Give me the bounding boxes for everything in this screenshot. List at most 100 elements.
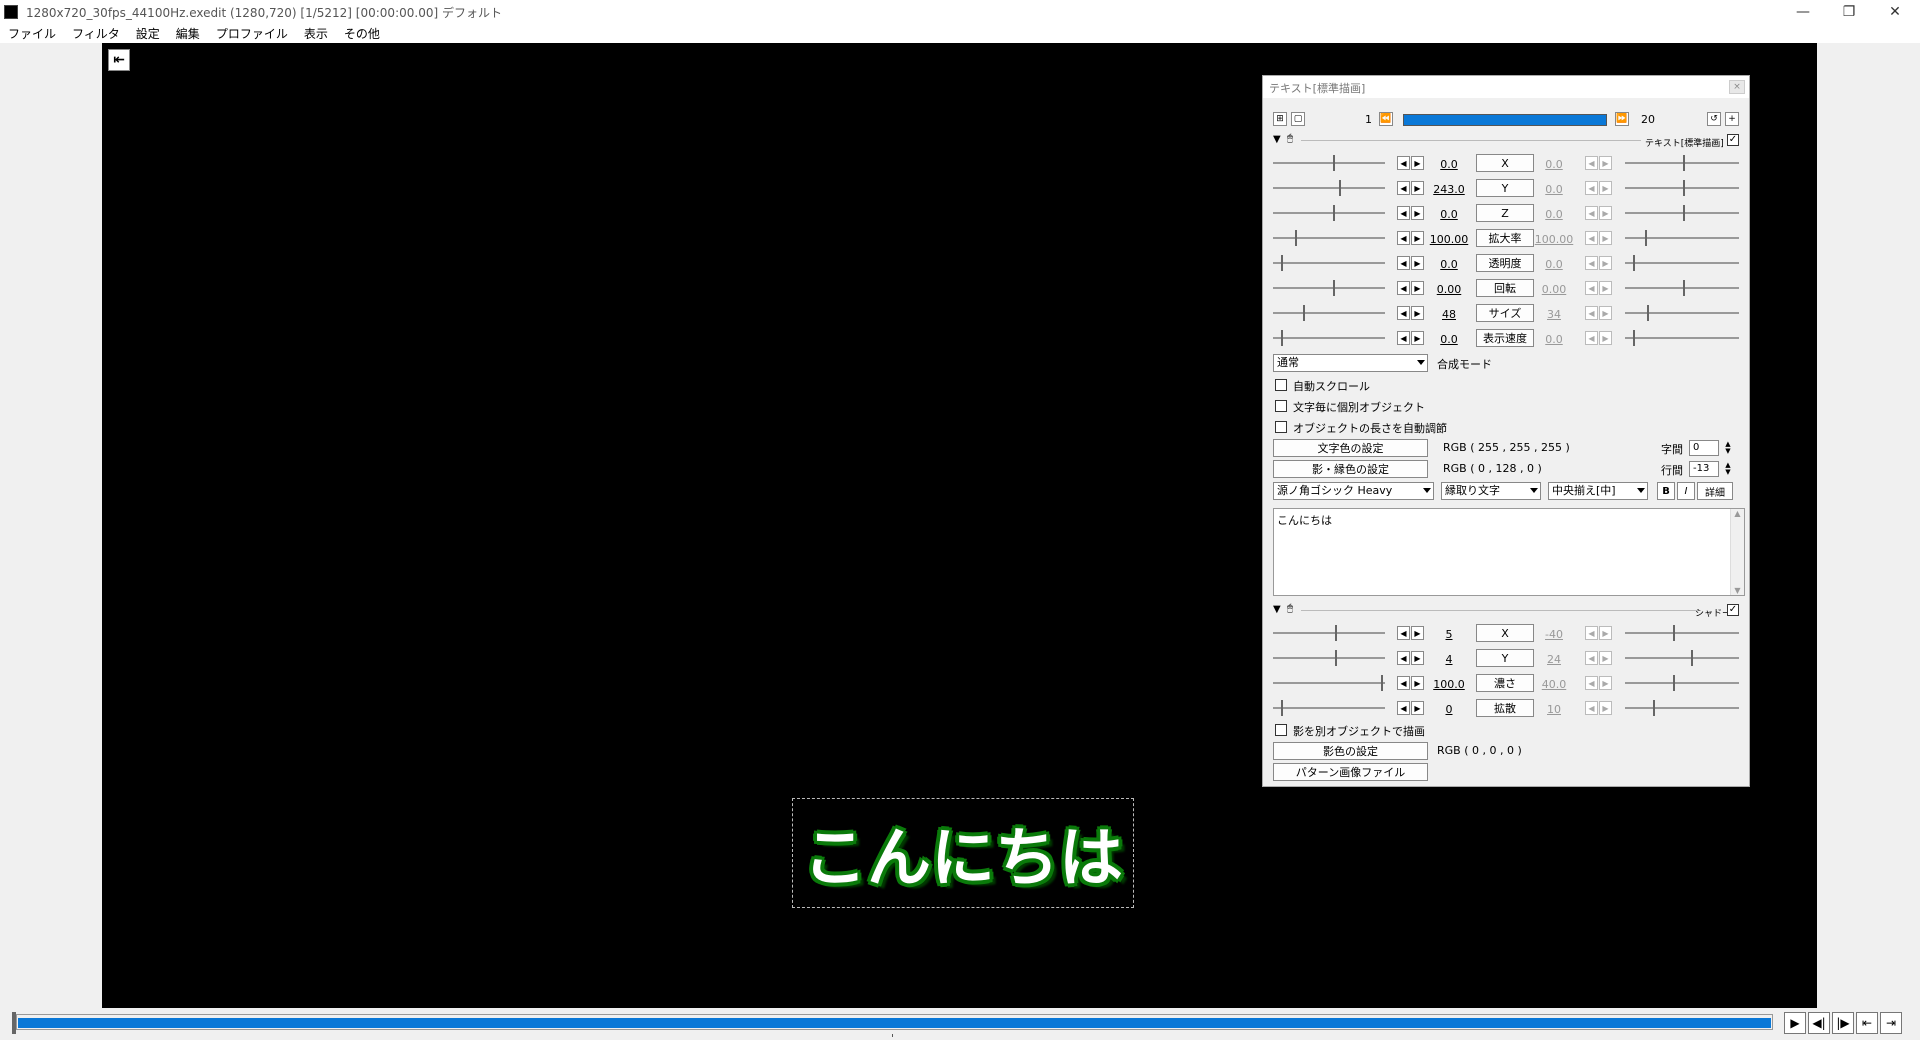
text-color-button[interactable]: 文字色の設定 — [1273, 439, 1428, 457]
link-icon[interactable]: ↺ — [1707, 112, 1721, 126]
maximize-button[interactable]: ❐ — [1826, 0, 1872, 24]
bold-button[interactable]: B — [1657, 482, 1675, 500]
left-slider-knob[interactable] — [1295, 230, 1297, 246]
param-left-value[interactable]: 100.00 — [1429, 233, 1469, 246]
next-frame-icon[interactable]: |▶ — [1832, 1012, 1854, 1034]
param-name-button[interactable]: サイズ — [1476, 304, 1534, 322]
param-name-button[interactable]: Z — [1476, 204, 1534, 222]
param-name-button[interactable]: X — [1476, 624, 1534, 642]
param-right-value[interactable]: 0.0 — [1534, 208, 1574, 221]
separate-shadow-checkbox[interactable] — [1275, 724, 1287, 736]
left-arrows[interactable]: ◀ ▶ — [1397, 181, 1425, 195]
shadow-color-button[interactable]: 影色の設定 — [1273, 742, 1428, 760]
param-right-value[interactable]: 0.0 — [1534, 183, 1574, 196]
right-slider-knob[interactable] — [1691, 650, 1693, 666]
param-right-value[interactable]: 40.0 — [1534, 678, 1574, 691]
right-arrows[interactable]: ◀ ▶ — [1585, 306, 1613, 320]
param-left-value[interactable]: 5 — [1429, 628, 1469, 641]
frame-forward-icon[interactable]: ⏩ — [1615, 112, 1629, 126]
menu-edit[interactable]: 編集 — [168, 25, 208, 42]
decoration-select[interactable]: 縁取り文字 — [1441, 482, 1541, 500]
panel-close-icon[interactable]: × — [1729, 80, 1745, 94]
right-arrows[interactable]: ◀ ▶ — [1585, 231, 1613, 245]
param-left-value[interactable]: 0.0 — [1429, 333, 1469, 346]
right-arrows[interactable]: ◀ ▶ — [1585, 156, 1613, 170]
line-spacing-spinner[interactable]: ▲ ▼ — [1721, 461, 1735, 477]
menu-filter[interactable]: フィルタ — [64, 25, 128, 42]
line-spacing-input[interactable]: -13 — [1689, 461, 1719, 477]
right-slider-knob[interactable] — [1673, 675, 1675, 691]
right-slider-knob[interactable] — [1645, 230, 1647, 246]
param-name-button[interactable]: 拡散 — [1476, 699, 1534, 717]
prev-frame-icon[interactable]: ◀| — [1808, 1012, 1830, 1034]
align-select[interactable]: 中央揃え[中] — [1548, 482, 1648, 500]
left-arrows[interactable]: ◀ ▶ — [1397, 651, 1425, 665]
left-arrows[interactable]: ◀ ▶ — [1397, 231, 1425, 245]
auto-length-checkbox[interactable] — [1275, 421, 1287, 433]
auto-scroll-checkbox[interactable] — [1275, 379, 1287, 391]
right-arrows[interactable]: ◀ ▶ — [1585, 701, 1613, 715]
left-arrows[interactable]: ◀ ▶ — [1397, 701, 1425, 715]
left-slider-knob[interactable] — [1281, 330, 1283, 346]
go-end-icon[interactable]: ⇥ — [1880, 1012, 1902, 1034]
param-name-button[interactable]: 透明度 — [1476, 254, 1534, 272]
param-left-value[interactable]: 0.00 — [1429, 283, 1469, 296]
left-slider-knob[interactable] — [1281, 700, 1283, 716]
param-left-value[interactable]: 243.0 — [1429, 183, 1469, 196]
param-left-value[interactable]: 0 — [1429, 703, 1469, 716]
param-right-value[interactable]: 0.00 — [1534, 283, 1574, 296]
text-section-enable-checkbox[interactable]: ✓ — [1727, 134, 1739, 146]
shadow-section-enable-checkbox[interactable]: ✓ — [1727, 604, 1739, 616]
close-button[interactable]: ✕ — [1872, 0, 1918, 24]
param-name-button[interactable]: Y — [1476, 649, 1534, 667]
param-left-value[interactable]: 100.0 — [1429, 678, 1469, 691]
menu-profile[interactable]: プロファイル — [208, 25, 296, 42]
right-slider-knob[interactable] — [1653, 700, 1655, 716]
go-start-icon[interactable]: ⇤ — [1856, 1012, 1878, 1034]
left-arrows[interactable]: ◀ ▶ — [1397, 626, 1425, 640]
frame-rewind-icon[interactable]: ⏪ — [1379, 112, 1393, 126]
right-slider-knob[interactable] — [1647, 305, 1649, 321]
left-arrows[interactable]: ◀ ▶ — [1397, 256, 1425, 270]
left-arrows[interactable]: ◀ ▶ — [1397, 306, 1425, 320]
param-name-button[interactable]: 拡大率 — [1476, 229, 1534, 247]
left-arrows[interactable]: ◀ ▶ — [1397, 281, 1425, 295]
right-slider-knob[interactable] — [1673, 625, 1675, 641]
param-right-value[interactable]: 0.0 — [1534, 258, 1574, 271]
param-right-value[interactable]: 34 — [1534, 308, 1574, 321]
param-left-value[interactable]: 0.0 — [1429, 158, 1469, 171]
right-slider-knob[interactable] — [1683, 180, 1685, 196]
left-slider-knob[interactable] — [1339, 180, 1341, 196]
right-slider-knob[interactable] — [1633, 330, 1635, 346]
jump-start-icon[interactable]: ⇤ — [108, 49, 130, 71]
right-arrows[interactable]: ◀ ▶ — [1585, 331, 1613, 345]
italic-button[interactable]: I — [1677, 482, 1695, 500]
left-slider-knob[interactable] — [1381, 675, 1383, 691]
frame-slider[interactable] — [1403, 114, 1607, 126]
left-arrows[interactable]: ◀ ▶ — [1397, 156, 1425, 170]
right-arrows[interactable]: ◀ ▶ — [1585, 281, 1613, 295]
right-arrows[interactable]: ◀ ▶ — [1585, 651, 1613, 665]
left-slider-knob[interactable] — [1303, 305, 1305, 321]
left-arrows[interactable]: ◀ ▶ — [1397, 331, 1425, 345]
left-slider-knob[interactable] — [1335, 650, 1337, 666]
param-name-button[interactable]: 濃さ — [1476, 674, 1534, 692]
param-name-button[interactable]: 回転 — [1476, 279, 1534, 297]
param-right-value[interactable]: 100.00 — [1534, 233, 1574, 246]
param-left-value[interactable]: 0.0 — [1429, 258, 1469, 271]
pattern-image-button[interactable]: パターン画像ファイル — [1273, 763, 1428, 781]
menu-other[interactable]: その他 — [336, 25, 388, 42]
blend-mode-select[interactable]: 通常 — [1273, 354, 1428, 372]
char-spacing-spinner[interactable]: ▲ ▼ — [1721, 440, 1735, 456]
char-spacing-input[interactable]: 0 — [1689, 440, 1719, 456]
param-name-button[interactable]: X — [1476, 154, 1534, 172]
text-object[interactable]: こんにちは — [792, 798, 1134, 908]
menu-file[interactable]: ファイル — [0, 25, 64, 42]
left-arrows[interactable]: ◀ ▶ — [1397, 676, 1425, 690]
param-right-value[interactable]: 0.0 — [1534, 333, 1574, 346]
param-left-value[interactable]: 4 — [1429, 653, 1469, 666]
left-slider-knob[interactable] — [1281, 255, 1283, 271]
add-filter-icon[interactable]: + — [1725, 112, 1739, 126]
camera-icon[interactable]: ▢ — [1291, 112, 1305, 126]
menu-view[interactable]: 表示 — [296, 25, 336, 42]
